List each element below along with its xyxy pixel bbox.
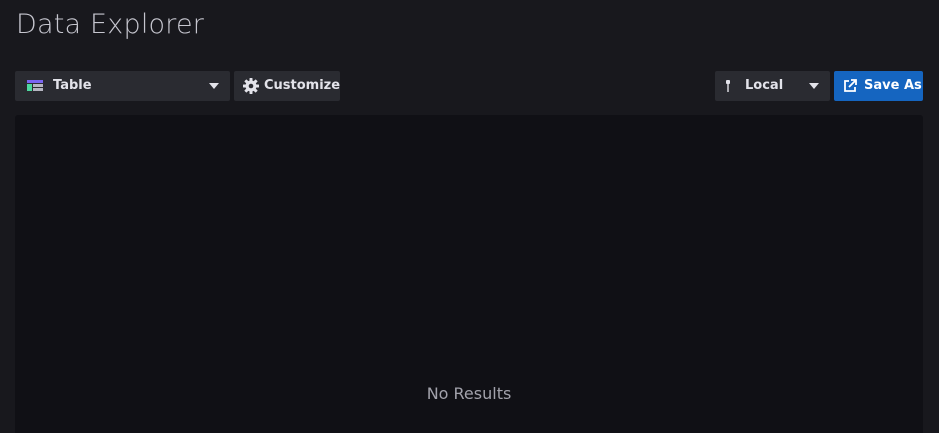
timezone-dropdown[interactable]: Local (715, 71, 830, 101)
chevron-down-icon (209, 83, 219, 89)
save-as-button[interactable]: Save As (834, 71, 923, 101)
export-icon (844, 79, 857, 92)
data-explorer-page: Data Explorer Table Customize Local Save… (0, 0, 939, 433)
table-icon (27, 80, 43, 91)
pin-icon (726, 80, 730, 92)
visualization-type-label: Table (53, 78, 92, 93)
toolbar: Table Customize Local Save As (15, 71, 923, 101)
visualization-type-dropdown[interactable]: Table (15, 71, 230, 101)
timezone-label: Local (745, 78, 784, 93)
customize-button[interactable]: Customize (234, 71, 340, 101)
page-title: Data Explorer (16, 9, 205, 40)
save-as-label: Save As (864, 78, 922, 93)
gear-icon (243, 78, 259, 94)
results-panel: No Results (15, 115, 923, 433)
customize-label: Customize (264, 78, 341, 93)
chevron-down-icon (809, 83, 819, 89)
empty-results-message: No Results (426, 384, 512, 403)
